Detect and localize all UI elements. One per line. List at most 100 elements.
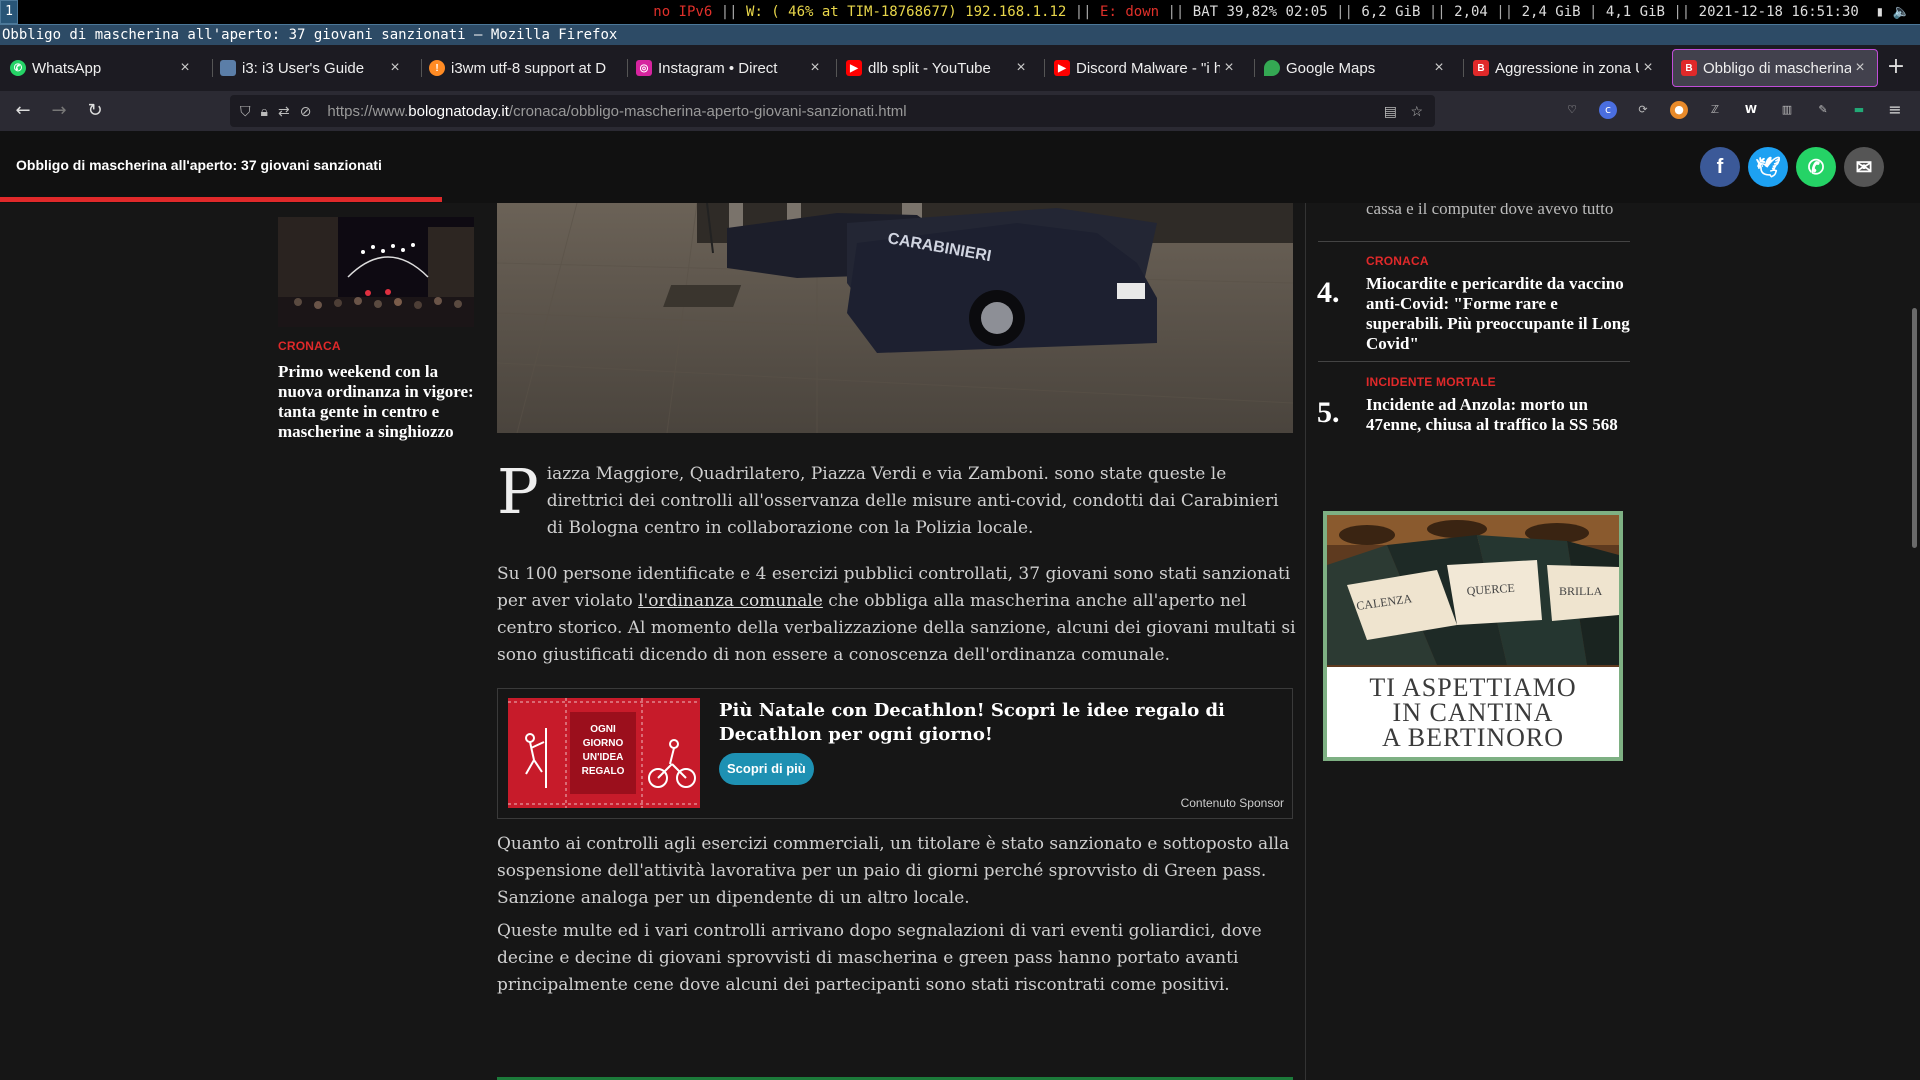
facebook-share-button[interactable]: f — [1700, 147, 1740, 187]
tab-label: Google Maps — [1286, 59, 1376, 77]
close-tab-icon[interactable]: × — [1430, 59, 1448, 77]
article-hero-image: CARABINIERI — [497, 203, 1293, 433]
column-divider — [1305, 203, 1306, 1080]
close-tab-icon[interactable]: × — [1012, 59, 1030, 77]
twitter-share-button[interactable]: 🕊︎ — [1748, 147, 1788, 187]
autoplay-blocked-icon[interactable]: ⊘ — [300, 103, 312, 120]
reload-button[interactable]: ↻ — [81, 97, 109, 125]
tab-label: i3: i3 User's Guide — [242, 59, 365, 77]
popular-kicker: CRONACA — [1366, 254, 1429, 268]
extension-grid-icon[interactable]: ▥ — [1778, 101, 1796, 119]
bolognatoday-icon: B — [1681, 60, 1697, 76]
tab-strip: ✆ WhatsApp × i3: i3 User's Guide × ! i3w… — [0, 45, 1920, 91]
load-status: 2,04 — [1454, 4, 1488, 20]
whatsapp-icon: ✆ — [1807, 156, 1825, 179]
status-blocks: no IPv6 || W: ( 46% at TIM-18768677) 192… — [653, 4, 1910, 20]
extension-cursor-icon[interactable]: ✎ — [1814, 101, 1832, 119]
reader-view-icon[interactable]: ▤ — [1384, 103, 1397, 120]
url-bar[interactable]: ⛉ 🔒︎ ⇄ ⊘ https://www.bolognatoday.it/cro… — [230, 95, 1435, 127]
tab-i3wm-utf8[interactable]: ! i3wm utf-8 support at D — [421, 49, 625, 87]
tab-youtube-discord[interactable]: ▶ Discord Malware - "i ha × — [1046, 49, 1246, 87]
popular-headline[interactable]: Incidente ad Anzola: morto un 47enne, ch… — [1366, 395, 1636, 435]
forward-button[interactable]: → — [45, 97, 73, 125]
related-article-thumbnail[interactable] — [278, 217, 474, 327]
workspace-button[interactable]: 1 — [0, 0, 18, 24]
close-tab-icon[interactable]: × — [806, 59, 824, 77]
extension-refresh-icon[interactable]: ⟳ — [1634, 101, 1652, 119]
sticky-article-header: Obbligo di mascherina all'aperto: 37 gio… — [0, 131, 1920, 203]
lock-icon[interactable]: 🔒︎ — [261, 103, 268, 120]
signal-icon: ▮ — [1867, 4, 1885, 20]
extension-w-icon[interactable]: W — [1742, 101, 1760, 119]
popular-kicker: INCIDENTE MORTALE — [1366, 375, 1496, 389]
ordinanza-link[interactable]: l'ordinanza comunale — [638, 591, 823, 611]
url-text[interactable]: https://www.bolognatoday.it/cronaca/obbl… — [327, 103, 906, 120]
instagram-icon: ◎ — [636, 60, 652, 76]
close-tab-icon[interactable]: × — [1220, 59, 1238, 77]
sponsor-image[interactable]: OGNI GIORNO UN'IDEA REGALO — [508, 698, 700, 808]
related-headline[interactable]: Primo weekend con la nuova ordinanza in … — [278, 362, 478, 442]
extension-green-icon[interactable]: ▬ — [1850, 101, 1868, 119]
mem-used-status: 2,4 GiB — [1521, 4, 1581, 20]
volume-icon: 🔈 — [1892, 4, 1910, 20]
rank-number: 5. — [1317, 396, 1340, 429]
tab-aggressione[interactable]: B Aggressione in zona Un × — [1465, 49, 1665, 87]
related-kicker[interactable]: CRONACA — [278, 339, 341, 353]
email-icon: ✉ — [1855, 156, 1873, 179]
shield-icon[interactable]: ⛉ — [240, 103, 251, 120]
tab-label: Instagram • Direct — [658, 59, 778, 77]
sponsor-image-text-1: OGNI — [590, 724, 616, 735]
sponsor-image-text-4: REGALO — [582, 766, 625, 777]
extension-z-icon[interactable]: ℤ — [1706, 101, 1724, 119]
scrollbar-thumb[interactable] — [1912, 308, 1917, 548]
menu-hamburger-icon[interactable]: ≡ — [1886, 101, 1904, 119]
wine-advertisement[interactable]: CALENZA QUERCE BRILLA TI ASPETTIAMO IN C… — [1323, 511, 1623, 761]
email-share-button[interactable]: ✉ — [1844, 147, 1884, 187]
close-tab-icon[interactable]: × — [176, 59, 194, 77]
tab-i3-guide[interactable]: i3: i3 User's Guide × — [212, 49, 412, 87]
back-button[interactable]: ← — [9, 97, 37, 125]
i3-status-bar: 1 no IPv6 || W: ( 46% at TIM-18768677) 1… — [0, 0, 1920, 24]
tab-label: Obbligo di mascherina a — [1703, 59, 1851, 77]
tab-label: WhatsApp — [32, 59, 102, 77]
new-tab-button[interactable]: + — [1882, 53, 1910, 81]
page-viewport: Obbligo di mascherina all'aperto: 37 gio… — [0, 131, 1920, 1080]
page-scrollbar[interactable] — [1910, 203, 1920, 1080]
permissions-icon[interactable]: ⇄ — [278, 103, 290, 120]
close-tab-icon[interactable]: × — [1851, 59, 1869, 77]
tab-youtube-dlb[interactable]: ▶ dlb split - YouTube × — [838, 49, 1038, 87]
tab-label: i3wm utf-8 support at D — [451, 59, 607, 77]
tab-label: Discord Malware - "i ha — [1076, 59, 1220, 77]
reddit-icon: ! — [429, 60, 445, 76]
popular-item-5[interactable]: INCIDENTE MORTALE Incidente ad Anzola: m… — [1366, 375, 1636, 435]
extension-c-icon[interactable]: c — [1599, 101, 1617, 119]
tab-whatsapp[interactable]: ✆ WhatsApp × — [2, 49, 202, 87]
whatsapp-share-button[interactable]: ✆ — [1796, 147, 1836, 187]
popular-item-4[interactable]: CRONACA Miocardite e pericardite da vacc… — [1366, 254, 1636, 354]
sponsor-title[interactable]: Più Natale con Decathlon! Scopri le idee… — [719, 699, 1279, 747]
battery-status: BAT 39,82% 02:05 — [1192, 4, 1328, 20]
maps-pin-icon — [1264, 60, 1280, 76]
pocket-icon[interactable]: ♡ — [1563, 101, 1581, 119]
popular-headline[interactable]: Miocardite e pericardite da vaccino anti… — [1366, 274, 1636, 354]
youtube-icon: ▶ — [1054, 60, 1070, 76]
close-tab-icon[interactable]: × — [386, 59, 404, 77]
previous-headline-fragment[interactable]: cassa e il computer dove avevo tutto — [1366, 203, 1636, 221]
whatsapp-icon: ✆ — [10, 60, 26, 76]
article-paragraph-3: Quanto ai controlli agli esercizi commer… — [497, 834, 1290, 908]
ad-text[interactable]: TI ASPETTIAMO IN CANTINA A BERTINORO — [1327, 675, 1619, 751]
ipv6-status: no IPv6 — [653, 4, 713, 20]
tab-instagram[interactable]: ◎ Instagram • Direct × — [628, 49, 832, 87]
close-tab-icon[interactable]: × — [1639, 59, 1657, 77]
bottle-label-3: BRILLA — [1559, 584, 1603, 598]
url-host: bolognatoday.it — [408, 102, 509, 120]
window-title: Obbligo di mascherina all'aperto: 37 gio… — [0, 24, 1920, 45]
sponsored-content-box[interactable]: OGNI GIORNO UN'IDEA REGALO Più Natale co… — [497, 688, 1293, 819]
bookmark-star-icon[interactable]: ☆ — [1410, 103, 1423, 120]
tab-obbligo-mascherina[interactable]: B Obbligo di mascherina a × — [1672, 49, 1878, 87]
bolognatoday-icon: B — [1473, 60, 1489, 76]
scopri-di-piu-button[interactable]: Scopri di più — [719, 753, 814, 785]
tab-google-maps[interactable]: Google Maps × — [1256, 49, 1456, 87]
extension-firefox-icon[interactable]: ● — [1670, 101, 1688, 119]
i3-icon — [220, 60, 236, 76]
